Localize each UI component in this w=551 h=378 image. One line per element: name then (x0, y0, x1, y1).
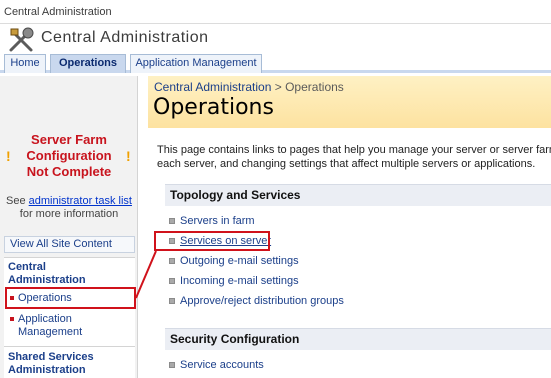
nav-heading-shared-services[interactable]: Shared Services Administration (8, 351, 94, 377)
top-nav-tabs: Home Operations Application Management (0, 54, 551, 73)
tab-application-management[interactable]: Application Management (130, 54, 262, 73)
site-title[interactable]: Central Administration (41, 29, 209, 47)
site-breadcrumb-link[interactable]: Central Administration (4, 6, 112, 18)
nav-bullet (10, 317, 14, 321)
warning-line: Server Farm (31, 132, 107, 147)
nav-heading-line: Shared Services (8, 351, 94, 363)
page-description: This page contains links to pages that h… (157, 143, 551, 171)
see-task-list-note: See administrator task list for more inf… (0, 195, 138, 221)
top-bar: Central Administration (0, 0, 551, 24)
breadcrumb-link[interactable]: Central Administration (154, 80, 271, 94)
link-approve-reject-distribution-groups[interactable]: Approve/reject distribution groups (180, 295, 344, 308)
farm-config-warning: Server Farm Configuration Not Complete (0, 132, 138, 180)
description-line: This page contains links to pages that h… (157, 144, 551, 156)
link-bullet (169, 298, 175, 304)
tab-home[interactable]: Home (4, 54, 46, 73)
view-all-site-content-link[interactable]: View All Site Content (4, 236, 135, 253)
page-title: Operations (153, 95, 274, 120)
section-heading-topology: Topology and Services (165, 184, 551, 206)
description-line: each server, and changing settings that … (157, 158, 536, 170)
nav-item-line: Application (18, 313, 72, 325)
warning-line: Not Complete (26, 164, 112, 179)
nav-heading-line: Administration (8, 274, 86, 286)
page-header: Central Administration > Operations Oper… (148, 76, 551, 128)
see-prefix: See (6, 195, 26, 207)
left-navigation: ! ! Server Farm Configuration Not Comple… (0, 76, 138, 378)
link-incoming-email-settings[interactable]: Incoming e-mail settings (180, 275, 299, 288)
tools-icon (9, 27, 34, 52)
warning-line: Configuration (26, 148, 112, 163)
nav-heading-central-administration[interactable]: Central Administration (8, 261, 86, 287)
site-title-bar: Central Administration (0, 25, 551, 54)
tab-operations[interactable]: Operations (50, 54, 126, 73)
nav-heading-line: Administration (8, 364, 86, 376)
see-suffix: for more information (19, 208, 119, 220)
link-outgoing-email-settings[interactable]: Outgoing e-mail settings (180, 255, 299, 268)
highlight-box-operations (5, 287, 136, 309)
sidebar-item-application-management[interactable]: Application Management (18, 313, 82, 339)
link-bullet (169, 218, 175, 224)
administrator-task-list-link[interactable]: administrator task list (29, 195, 132, 207)
link-bullet (169, 258, 175, 264)
breadcrumb-current: Operations (285, 80, 344, 94)
section-heading-security: Security Configuration (165, 328, 551, 350)
link-bullet (169, 278, 175, 284)
nav-section: Central Administration Operations Applic… (4, 257, 135, 378)
nav-divider (4, 346, 135, 347)
link-service-accounts[interactable]: Service accounts (180, 359, 264, 372)
highlight-box-services-on-server (154, 231, 270, 251)
breadcrumb: Central Administration > Operations (154, 80, 344, 94)
nav-heading-line: Central (8, 261, 46, 273)
breadcrumb-separator: > (274, 80, 282, 94)
nav-item-line: Management (18, 326, 83, 338)
link-servers-in-farm[interactable]: Servers in farm (180, 215, 255, 228)
link-bullet (169, 362, 175, 368)
